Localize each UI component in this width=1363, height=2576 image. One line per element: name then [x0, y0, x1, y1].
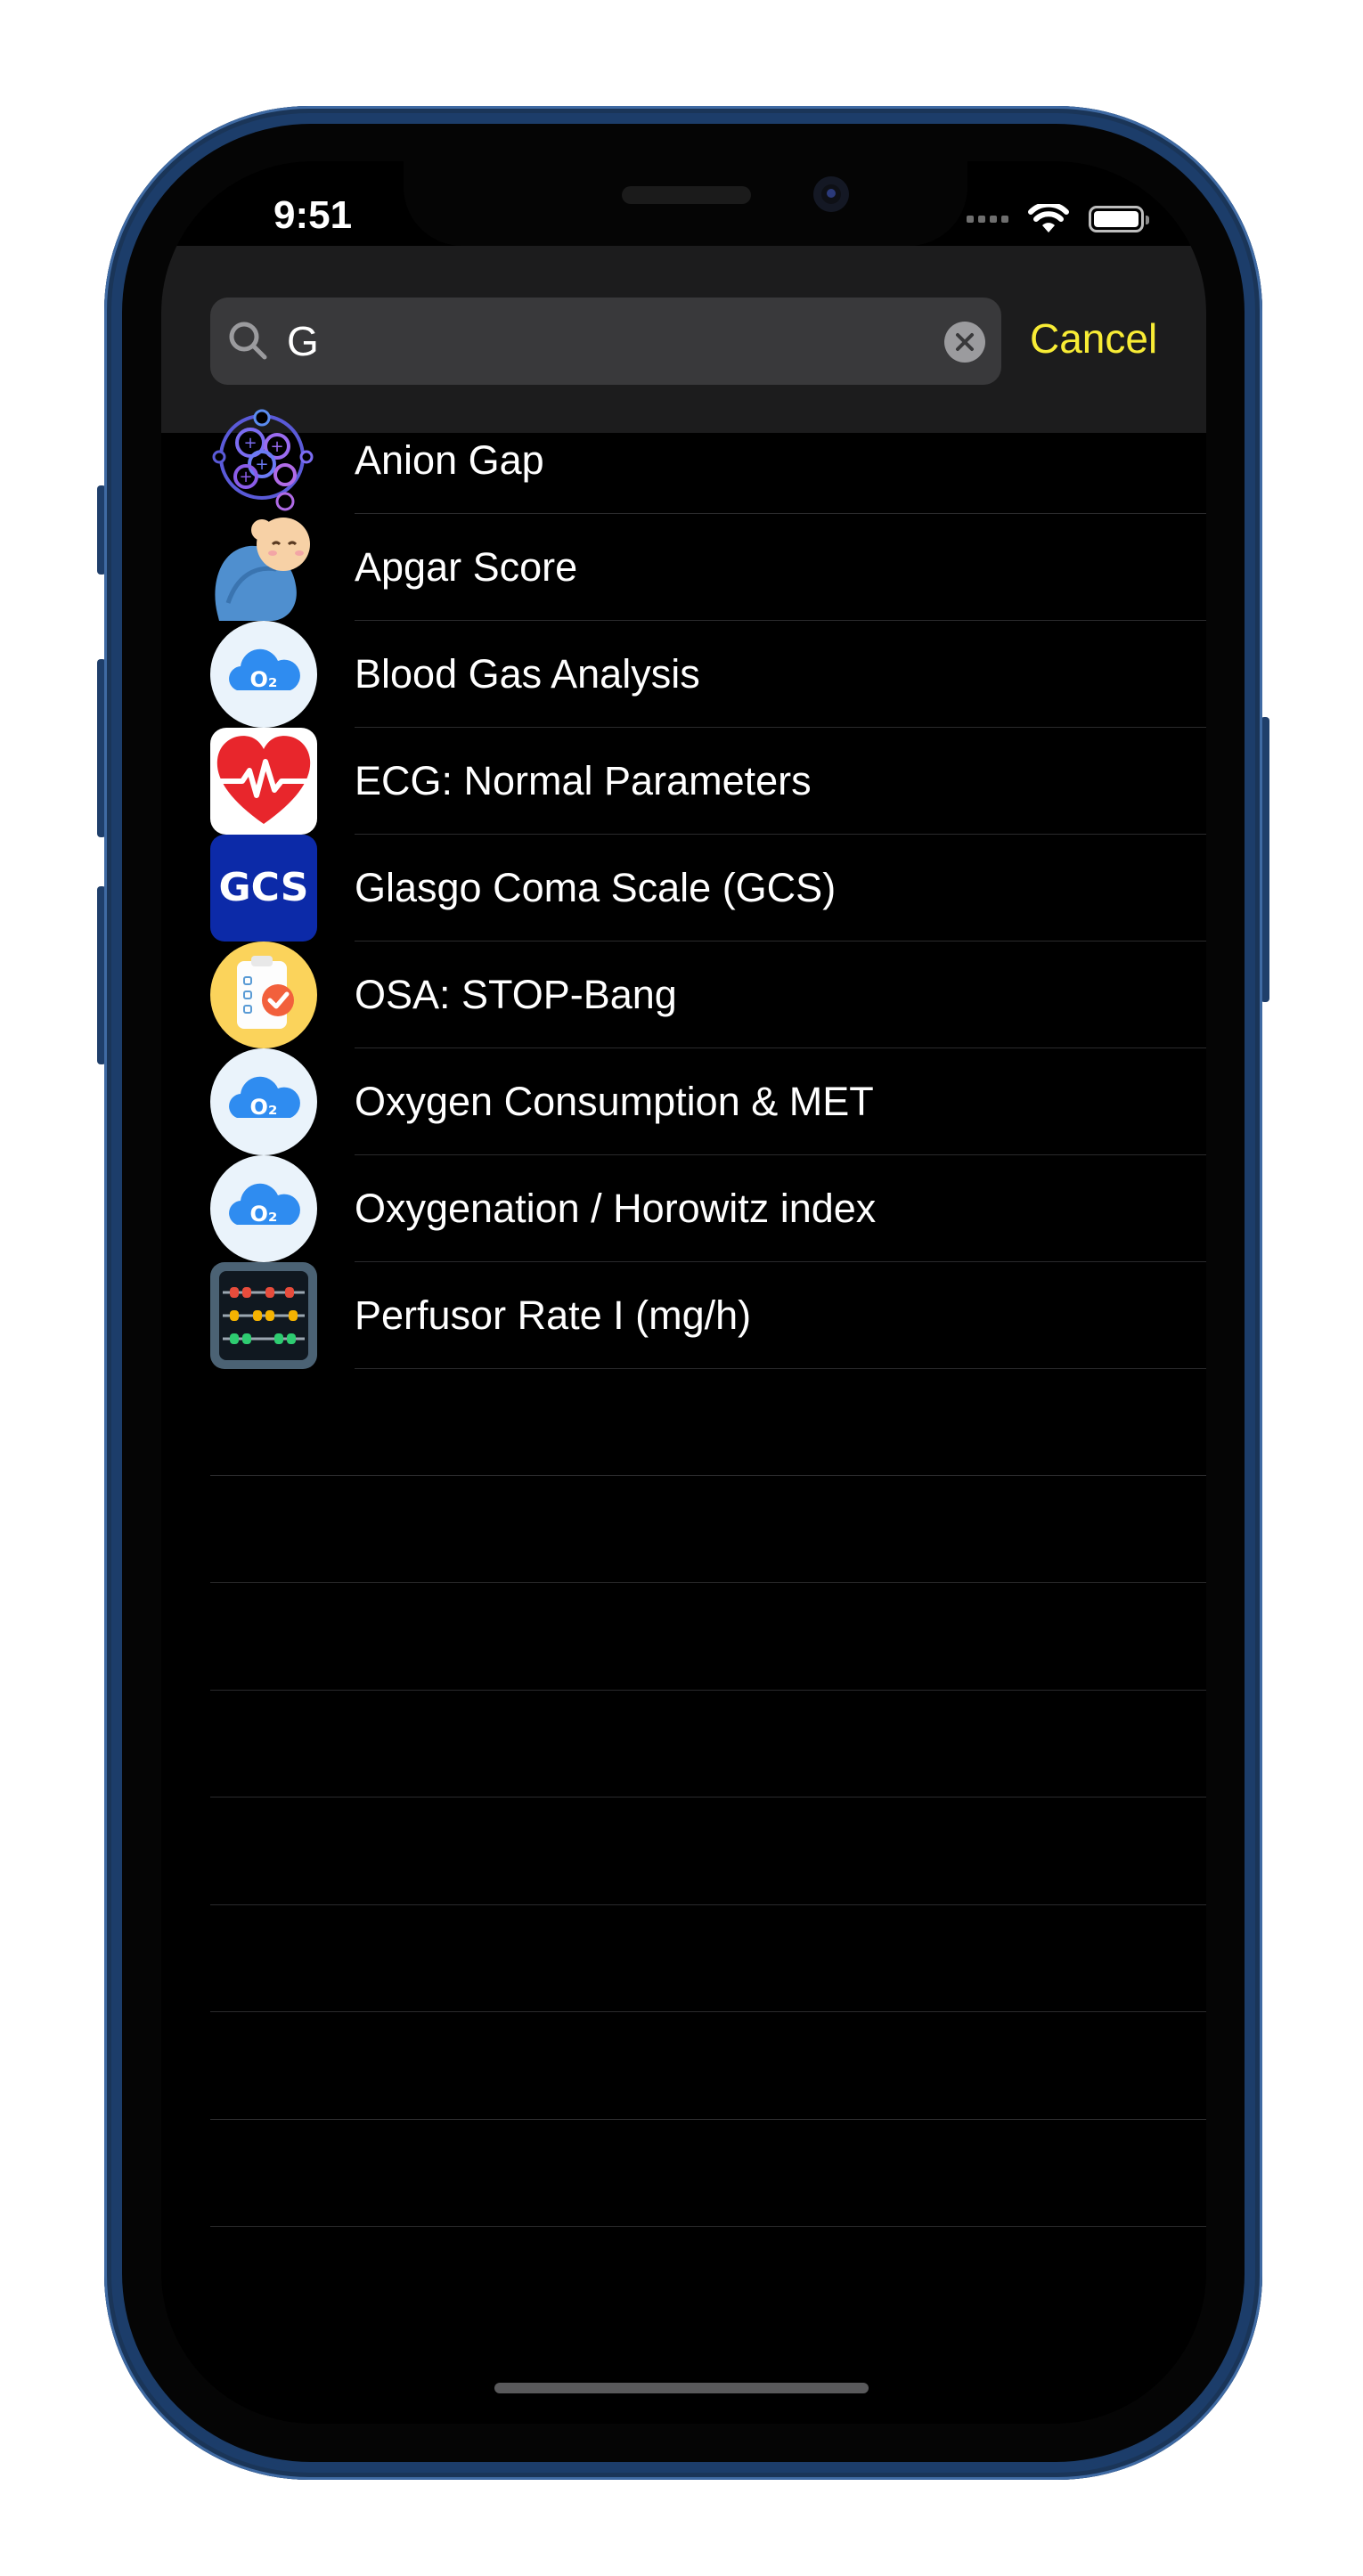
search-icon	[229, 322, 267, 360]
cellular-signal-icon	[967, 216, 1008, 223]
close-icon	[956, 333, 974, 351]
screen: 9:51 G Cancel + + + + Anion Gap Apgar Sc…	[161, 161, 1206, 2424]
list-item-label: Anion Gap	[355, 437, 544, 483]
front-camera	[813, 176, 849, 212]
svg-text:+: +	[239, 468, 252, 486]
svg-text:O₂: O₂	[250, 667, 278, 692]
clear-search-button[interactable]	[944, 322, 985, 363]
heart-ecg-icon	[210, 728, 317, 835]
o2-cloud-icon: O₂	[210, 1048, 317, 1155]
baby-icon	[210, 514, 317, 621]
empty-row-divider	[210, 1582, 1206, 1583]
empty-row-divider	[210, 2119, 1206, 2120]
empty-row-divider	[210, 1904, 1206, 1905]
search-value: G	[287, 318, 319, 364]
svg-text:+: +	[270, 437, 283, 456]
speaker	[622, 186, 751, 204]
list-item[interactable]: + + + + Anion Gap	[210, 407, 1206, 514]
list-item[interactable]: O₂ Blood Gas Analysis	[210, 621, 1206, 728]
status-icons	[967, 204, 1149, 234]
list-item[interactable]: O₂ Oxygenation / Horowitz index	[210, 1155, 1206, 1262]
list-item-label: OSA: STOP-Bang	[355, 972, 677, 1017]
list-item[interactable]: GCS Glasgo Coma Scale (GCS)	[210, 835, 1206, 942]
list-item[interactable]: ECG: Normal Parameters	[210, 728, 1206, 835]
svg-text:GCS: GCS	[219, 865, 309, 910]
empty-row-divider	[210, 2226, 1206, 2227]
abacus-icon	[210, 1262, 317, 1369]
list-item-label: Blood Gas Analysis	[355, 651, 700, 697]
list-item[interactable]: O₂ Oxygen Consumption & MET	[210, 1048, 1206, 1155]
list-item-label: Perfusor Rate I (mg/h)	[355, 1292, 752, 1338]
anion-gap-icon: + + + +	[210, 407, 317, 514]
empty-row-divider	[210, 1475, 1206, 1476]
svg-text:O₂: O₂	[250, 1095, 278, 1120]
list-item-label: Glasgo Coma Scale (GCS)	[355, 865, 837, 910]
svg-text:O₂: O₂	[250, 1202, 278, 1227]
list-item-label: Oxygenation / Horowitz index	[355, 1186, 877, 1231]
gcs-icon: GCS	[210, 835, 317, 942]
svg-text:+: +	[255, 455, 268, 474]
list-item-label: Oxygen Consumption & MET	[355, 1079, 874, 1124]
home-indicator[interactable]	[494, 2383, 869, 2393]
results-list: + + + + Anion Gap Apgar Score O₂ Blood G…	[210, 407, 1206, 1369]
status-time: 9:51	[273, 193, 353, 237]
wifi-icon	[1028, 204, 1069, 232]
o2-cloud-icon: O₂	[210, 1155, 317, 1262]
search-input[interactable]: G	[210, 298, 1001, 385]
cancel-button[interactable]: Cancel	[1030, 314, 1157, 363]
list-item[interactable]: OSA: STOP-Bang	[210, 942, 1206, 1048]
o2-cloud-icon: O₂	[210, 621, 317, 728]
empty-row-divider	[210, 1690, 1206, 1691]
list-item[interactable]: Perfusor Rate I (mg/h)	[210, 1262, 1206, 1369]
list-item-label: Apgar Score	[355, 544, 578, 590]
list-item-label: ECG: Normal Parameters	[355, 758, 812, 803]
battery-icon	[1089, 206, 1149, 232]
notch	[404, 161, 967, 246]
empty-row-divider	[210, 2011, 1206, 2012]
checklist-icon	[210, 942, 317, 1048]
row-divider	[355, 1368, 1206, 1369]
svg-text:+: +	[243, 434, 257, 452]
list-item[interactable]: Apgar Score	[210, 514, 1206, 621]
